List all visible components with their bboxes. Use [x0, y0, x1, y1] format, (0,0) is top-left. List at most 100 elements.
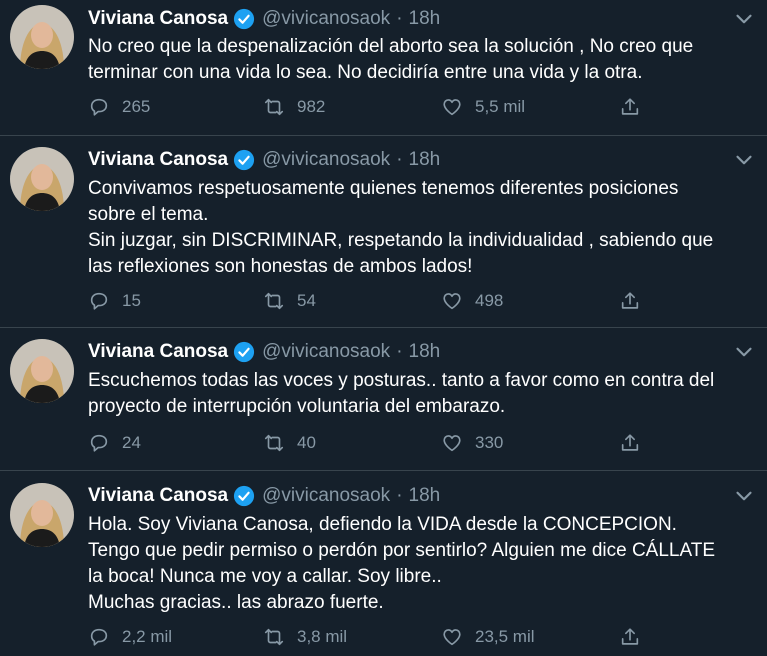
timestamp[interactable]: 18h — [409, 341, 441, 363]
tweet-header: Viviana Canosa @vivicanosaok · 18h — [88, 6, 757, 32]
tweet-actions: 265 982 5,5 mil — [88, 94, 757, 120]
verified-badge-icon — [234, 485, 255, 507]
reply-icon — [90, 434, 108, 452]
share-button[interactable] — [619, 94, 641, 120]
chevron-down-icon[interactable] — [731, 339, 757, 365]
tweet-text-line: Sin juzgar, sin DISCRIMINAR, respetando … — [88, 230, 714, 251]
reply-icon — [90, 628, 108, 646]
timestamp[interactable]: 18h — [409, 8, 441, 30]
tweet-feed: Viviana Canosa @vivicanosaok · 18h No cr… — [0, 0, 767, 656]
verified-badge-icon — [234, 341, 255, 363]
separator-dot: · — [396, 8, 403, 29]
share-button[interactable] — [619, 288, 641, 314]
tweet-actions: 24 40 330 — [88, 430, 757, 456]
share-button[interactable] — [619, 430, 641, 456]
chevron-down-icon[interactable] — [731, 6, 757, 32]
heart-icon — [443, 293, 461, 310]
like-button[interactable]: 498 — [441, 288, 503, 314]
tweet-text-line: Escuchemos todas las voces y posturas.. … — [88, 370, 715, 391]
reply-button[interactable]: 15 — [88, 288, 141, 314]
tweet[interactable]: Viviana Canosa @vivicanosaok · 18h Escuc… — [0, 328, 767, 471]
tweet-text-line: las reflexiones son honestas de ambos la… — [88, 256, 473, 277]
reply-button[interactable]: 24 — [88, 430, 141, 456]
author-name[interactable]: Viviana Canosa — [88, 341, 228, 363]
share-icon — [621, 628, 639, 645]
tweet[interactable]: Viviana Canosa @vivicanosaok · 18h Hola.… — [0, 471, 767, 656]
retweet-icon — [264, 434, 284, 452]
tweet-text-line: No creo que la despenalización del abort… — [88, 36, 694, 57]
share-icon — [621, 434, 639, 451]
separator-dot: · — [396, 485, 403, 506]
tweet-header: Viviana Canosa @vivicanosaok · 18h — [88, 147, 757, 173]
like-count: 498 — [475, 291, 504, 310]
timestamp[interactable]: 18h — [409, 149, 441, 171]
author-handle[interactable]: @vivicanosaok — [262, 149, 390, 171]
retweet-button[interactable]: 54 — [263, 288, 316, 314]
tweet-text-line: proyecto de interrupción voluntaria del … — [88, 396, 506, 417]
heart-icon — [443, 99, 461, 116]
tweet-text-line: Hola. Soy Viviana Canosa, defiendo la VI… — [88, 514, 677, 535]
tweet-text-line: la boca! Nunca me voy a callar. Soy libr… — [88, 566, 442, 587]
reply-count: 265 — [122, 97, 151, 116]
tweet[interactable]: Viviana Canosa @vivicanosaok · 18h Convi… — [0, 136, 767, 328]
retweet-button[interactable]: 982 — [263, 94, 325, 120]
like-count: 5,5 mil — [475, 97, 526, 116]
author-name[interactable]: Viviana Canosa — [88, 149, 228, 171]
retweet-count: 40 — [297, 433, 316, 452]
like-count: 330 — [475, 433, 504, 452]
reply-button[interactable]: 2,2 mil — [88, 624, 172, 650]
retweet-icon — [264, 628, 284, 646]
retweet-button[interactable]: 40 — [263, 430, 316, 456]
tweet-text: Escuchemos todas las voces y posturas.. … — [88, 368, 755, 420]
retweet-button[interactable]: 3,8 mil — [263, 624, 347, 650]
chevron-down-icon[interactable] — [731, 483, 757, 509]
author-handle[interactable]: @vivicanosaok — [262, 485, 390, 507]
author-name[interactable]: Viviana Canosa — [88, 8, 228, 30]
chevron-down-icon[interactable] — [731, 147, 757, 173]
reply-count: 15 — [122, 291, 141, 310]
author-name[interactable]: Viviana Canosa — [88, 485, 228, 507]
separator-dot: · — [396, 149, 403, 170]
like-button[interactable]: 23,5 mil — [441, 624, 535, 650]
heart-icon — [443, 435, 461, 452]
tweet-text-line: Tengo que pedir permiso o perdón por sen… — [88, 540, 716, 561]
separator-dot: · — [396, 341, 403, 362]
tweet-actions: 2,2 mil 3,8 mil 23,5 mil — [88, 624, 757, 650]
tweet-text-line: Muchas gracias.. las abrazo fuerte. — [88, 592, 384, 613]
tweet-text: No creo que la despenalización del abort… — [88, 34, 755, 86]
tweet-text-line: sobre el tema. — [88, 204, 209, 225]
author-handle[interactable]: @vivicanosaok — [262, 8, 390, 30]
tweet-actions: 15 54 498 — [88, 288, 757, 314]
like-button[interactable]: 5,5 mil — [441, 94, 525, 120]
like-count: 23,5 mil — [475, 627, 535, 646]
retweet-count: 3,8 mil — [297, 627, 348, 646]
like-button[interactable]: 330 — [441, 430, 503, 456]
share-icon — [621, 292, 639, 309]
avatar[interactable] — [10, 339, 74, 403]
reply-count: 24 — [122, 433, 141, 452]
share-button[interactable] — [619, 624, 641, 650]
reply-button[interactable]: 265 — [88, 94, 150, 120]
tweet[interactable]: Viviana Canosa @vivicanosaok · 18h No cr… — [0, 0, 767, 136]
verified-badge-icon — [234, 8, 255, 30]
author-handle[interactable]: @vivicanosaok — [262, 341, 390, 363]
reply-count: 2,2 mil — [122, 627, 173, 646]
retweet-icon — [264, 292, 284, 310]
share-icon — [621, 98, 639, 115]
verified-badge-icon — [234, 149, 255, 171]
tweet-text: Hola. Soy Viviana Canosa, defiendo la VI… — [88, 512, 755, 616]
reply-icon — [90, 98, 108, 116]
reply-icon — [90, 292, 108, 310]
tweet-text-line: terminar con una vida lo sea. No decidir… — [88, 62, 643, 83]
avatar[interactable] — [10, 5, 74, 69]
avatar[interactable] — [10, 483, 74, 547]
tweet-text-line: Convivamos respetuosamente quienes tenem… — [88, 178, 679, 199]
tweet-header: Viviana Canosa @vivicanosaok · 18h — [88, 339, 757, 365]
avatar[interactable] — [10, 147, 74, 211]
tweet-header: Viviana Canosa @vivicanosaok · 18h — [88, 483, 757, 509]
retweet-count: 982 — [297, 97, 326, 116]
retweet-icon — [264, 98, 284, 116]
timestamp[interactable]: 18h — [409, 485, 441, 507]
tweet-text: Convivamos respetuosamente quienes tenem… — [88, 176, 755, 280]
heart-icon — [443, 629, 461, 646]
